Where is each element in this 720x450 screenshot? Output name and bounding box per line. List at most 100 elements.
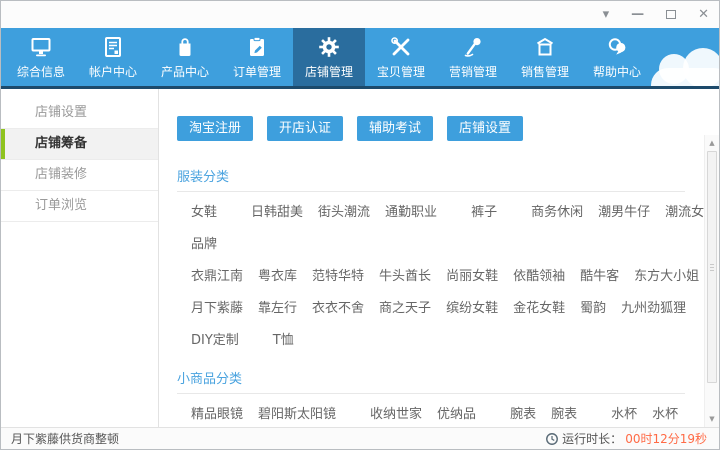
window-controls: ▾ — ✕ — [603, 8, 709, 21]
category-link-group: 品牌 — [191, 233, 217, 252]
storefront-icon — [532, 34, 558, 60]
sidebar-item-order-browse[interactable]: 订单浏览 — [1, 191, 158, 222]
category-link[interactable]: 水杯 — [611, 403, 637, 422]
category-link[interactable]: 潮男牛仔 — [598, 201, 650, 220]
category-link[interactable]: 尚丽女鞋 — [446, 265, 498, 284]
category-link-row: 精品眼镜碧阳斯太阳镜收纳世家优纳品腕表腕表水杯水杯饰品饰品 — [191, 403, 685, 422]
main-nav: 综合信息帐户中心产品中心订单管理店铺管理 宝贝管理 营销管理销售管理帮助中心 — [1, 28, 719, 89]
runtime-label: 运行时长： — [562, 430, 622, 447]
nav-item-orders[interactable]: 订单管理 — [221, 28, 293, 86]
shop-verify-button[interactable]: 开店认证 — [267, 116, 343, 141]
shop-settings-button[interactable]: 店铺设置 — [447, 116, 523, 141]
category-link-group: T恤 — [273, 329, 294, 348]
microphone-icon — [460, 34, 486, 60]
category-link[interactable]: 依酷领袖 — [513, 265, 565, 284]
category-link[interactable]: 范特华特 — [312, 265, 364, 284]
taobao-register-button[interactable]: 淘宝注册 — [177, 116, 253, 141]
clock-icon — [545, 432, 559, 446]
category-link[interactable]: 蜀韵 — [580, 297, 606, 316]
id-card-icon — [100, 34, 126, 60]
category-link-group: 腕表腕表 — [510, 403, 577, 422]
category-link-row: 女鞋日韩甜美街头潮流通勤职业裤子商务休闲潮男牛仔潮流女裤时尚新秀 — [191, 201, 685, 220]
category-section: 服装分类女鞋日韩甜美街头潮流通勤职业裤子商务休闲潮男牛仔潮流女裤时尚新秀品牌衣鼎… — [177, 159, 685, 348]
category-link[interactable]: 酷牛客 — [580, 265, 619, 284]
gear-icon — [316, 34, 342, 60]
category-link[interactable]: 腕表 — [551, 403, 577, 422]
category-link[interactable]: 精品眼镜 — [191, 403, 243, 422]
category-link[interactable]: 商务休闲 — [531, 201, 583, 220]
category-link-group: 衣鼎江南粤衣库范特华特牛头酋长尚丽女鞋依酷领袖酷牛客东方大小姐布居衣阁彩色格调雅… — [191, 265, 719, 284]
category-link[interactable]: 优纳品 — [437, 403, 476, 422]
category-link[interactable]: 月下紫藤 — [191, 297, 243, 316]
nav-item-overview[interactable]: 综合信息 — [5, 28, 77, 86]
sidebar-item-shop-settings[interactable]: 店铺设置 — [1, 98, 158, 129]
sidebar: 店铺设置店铺筹备店铺装修订单浏览 — [1, 89, 159, 427]
nav-item-account[interactable]: 帐户中心 — [77, 28, 149, 86]
category-link[interactable]: 九州劲狐狸 — [621, 297, 686, 316]
category-link[interactable]: 品牌 — [191, 233, 217, 252]
category-section: 小商品分类精品眼镜碧阳斯太阳镜收纳世家优纳品腕表腕表水杯水杯饰品饰品 — [177, 361, 685, 422]
category-link[interactable]: 街头潮流 — [318, 201, 370, 220]
nav-item-products[interactable]: 产品中心 — [149, 28, 221, 86]
category-link-row: DIY定制 T恤 — [191, 329, 685, 348]
nav-item-marketing[interactable]: 营销管理 — [437, 28, 509, 86]
category-link[interactable]: 女鞋 — [191, 201, 217, 220]
cloud-decoration — [651, 68, 719, 89]
category-link-group: DIY定制 — [191, 329, 239, 348]
category-link-group: 商务休闲潮男牛仔潮流女裤时尚新秀 — [531, 201, 719, 220]
category-link[interactable]: 缤纷女鞋 — [446, 297, 498, 316]
category-link[interactable]: 日韩甜美 — [251, 201, 303, 220]
category-link[interactable]: 通勤职业 — [385, 201, 437, 220]
tools-icon — [388, 34, 414, 60]
scroll-down-icon[interactable]: ▼ — [705, 413, 719, 425]
category-link-group: 女鞋 — [191, 201, 217, 220]
category-link[interactable]: DIY定制 — [191, 329, 239, 348]
minimize-icon[interactable]: — — [631, 8, 644, 21]
chevron-down-icon[interactable]: ▾ — [603, 8, 610, 21]
category-link-group: 日韩甜美街头潮流通勤职业 — [251, 201, 437, 220]
nav-item-label: 宝贝管理 — [377, 63, 425, 80]
sidebar-item-shop-decor[interactable]: 店铺装修 — [1, 160, 158, 191]
category-link[interactable]: 金花女鞋 — [513, 297, 565, 316]
category-sections: 服装分类女鞋日韩甜美街头潮流通勤职业裤子商务休闲潮男牛仔潮流女裤时尚新秀品牌衣鼎… — [159, 141, 719, 427]
section-title: 小商品分类 — [177, 361, 685, 394]
main-panel: 淘宝注册开店认证辅助考试店铺设置 服装分类女鞋日韩甜美街头潮流通勤职业裤子商务休… — [159, 89, 719, 427]
vertical-scrollbar[interactable]: ▲ ▼ — [704, 135, 719, 427]
category-link[interactable]: 靠左行 — [258, 297, 297, 316]
nav-item-sales[interactable]: 销售管理 — [509, 28, 581, 86]
category-link[interactable]: T恤 — [273, 329, 294, 348]
exam-assist-button[interactable]: 辅助考试 — [357, 116, 433, 141]
sidebar-item-shop-prep[interactable]: 店铺筹备 — [1, 129, 158, 160]
category-link-row: 衣鼎江南粤衣库范特华特牛头酋长尚丽女鞋依酷领袖酷牛客东方大小姐布居衣阁彩色格调雅… — [191, 265, 685, 284]
nav-item-items[interactable]: 宝贝管理 — [365, 28, 437, 86]
status-bar: 月下紫藤供货商整顿 运行时长： 00时12分19秒 — [1, 427, 719, 449]
category-link[interactable]: 碧阳斯太阳镜 — [258, 403, 336, 422]
category-link[interactable]: 商之天子 — [379, 297, 431, 316]
category-link[interactable]: 水杯 — [652, 403, 678, 422]
nav-item-label: 营销管理 — [449, 63, 497, 80]
category-link-group: 月下紫藤靠左行衣衣不舍商之天子缤纷女鞋金花女鞋蜀韵九州劲狐狸 — [191, 297, 686, 316]
category-link-group: 精品眼镜碧阳斯太阳镜 — [191, 403, 336, 422]
scroll-up-icon[interactable]: ▲ — [705, 137, 719, 149]
category-link-group: 裤子 — [471, 201, 497, 220]
clipboard-icon — [244, 34, 270, 60]
maximize-icon[interactable] — [666, 10, 676, 19]
category-link[interactable]: 牛头酋长 — [379, 265, 431, 284]
category-link[interactable]: 衣鼎江南 — [191, 265, 243, 284]
nav-item-label: 店铺管理 — [305, 63, 353, 80]
nav-item-shop[interactable]: 店铺管理 — [293, 28, 365, 86]
category-link[interactable]: 粤衣库 — [258, 265, 297, 284]
bag-icon — [172, 34, 198, 60]
category-link[interactable]: 腕表 — [510, 403, 536, 422]
titlebar: ▾ — ✕ — [1, 1, 719, 28]
close-icon[interactable]: ✕ — [698, 8, 709, 21]
category-link[interactable]: 衣衣不舍 — [312, 297, 364, 316]
category-link[interactable]: 裤子 — [471, 201, 497, 220]
category-link-row: 品牌 — [191, 233, 685, 252]
category-link[interactable]: 东方大小姐 — [634, 265, 699, 284]
chat-icon — [604, 34, 630, 60]
category-link[interactable]: 收纳世家 — [370, 403, 422, 422]
category-link-row: 月下紫藤靠左行衣衣不舍商之天子缤纷女鞋金花女鞋蜀韵九州劲狐狸 — [191, 297, 685, 316]
scrollbar-thumb[interactable] — [707, 151, 717, 383]
nav-item-help[interactable]: 帮助中心 — [581, 28, 653, 86]
